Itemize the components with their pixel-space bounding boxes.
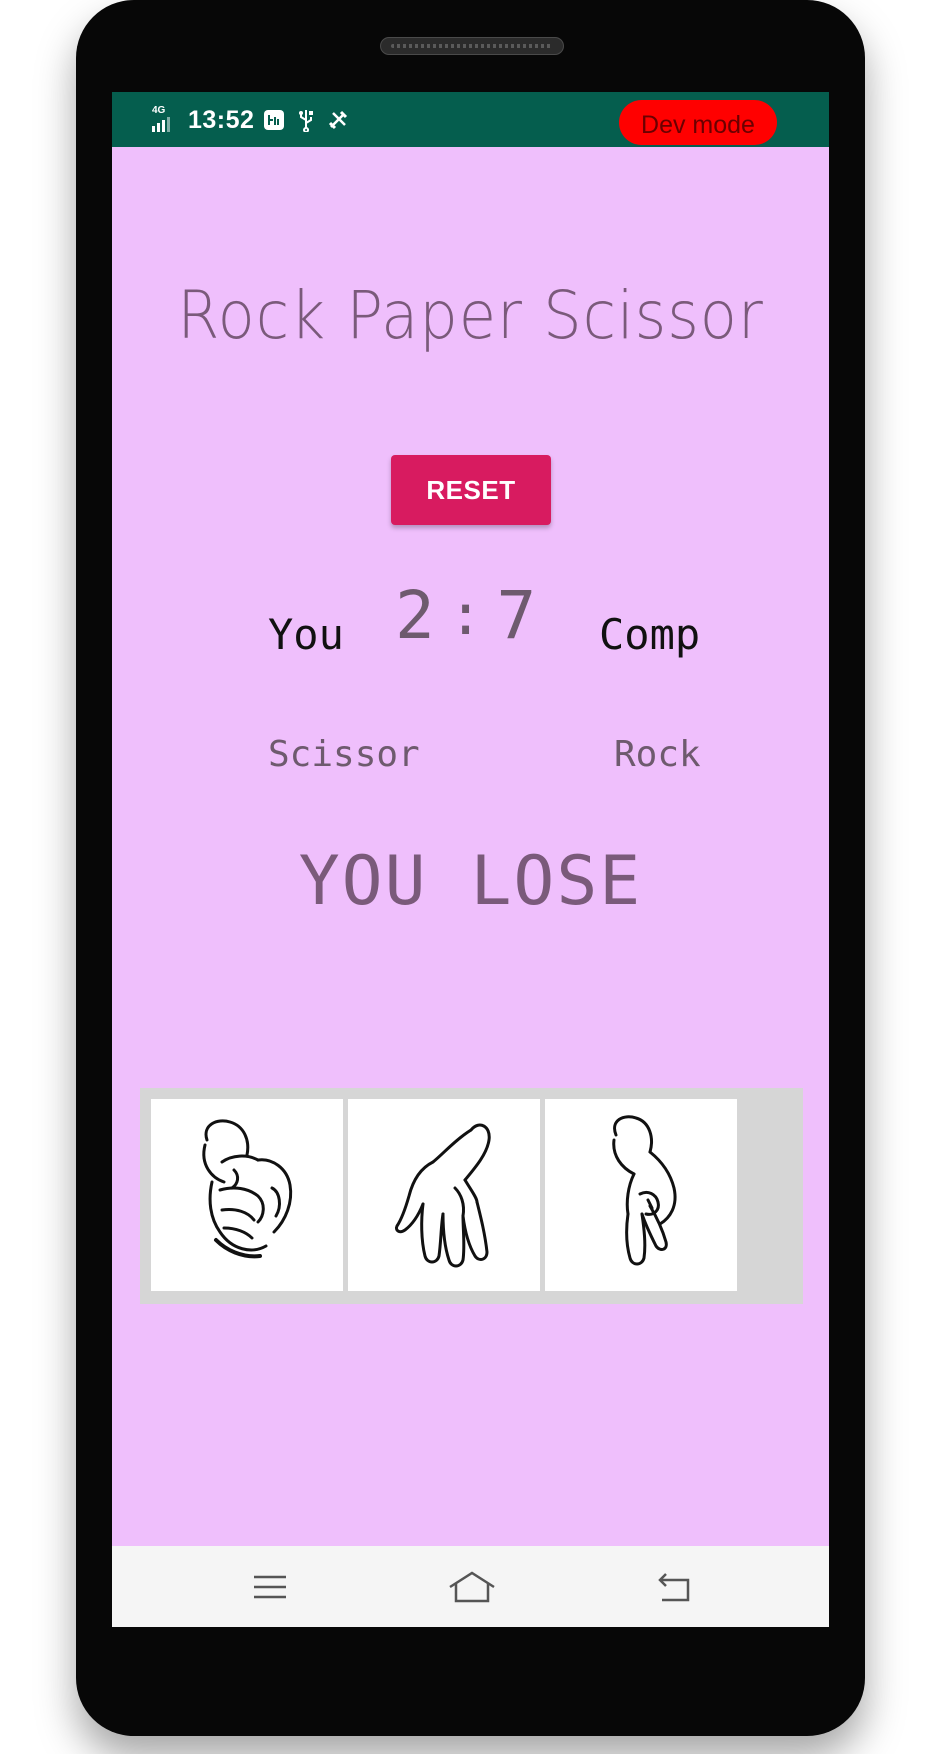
app-screen: 4G 13:52 Dev mode Rock Paper Scissor RES… [112,92,829,1627]
paper-hand-icon [395,1123,491,1268]
menu-button[interactable] [240,1564,300,1610]
app-notification-icon [262,108,286,132]
network-type: 4G [152,105,166,116]
home-button[interactable] [442,1564,502,1610]
rock-hand-icon [202,1119,293,1259]
reset-button[interactable]: RESET [391,455,551,525]
status-left: 4G 13:52 [150,102,350,138]
player-choice: Scissor [268,734,420,775]
back-button[interactable] [644,1564,704,1610]
tools-icon [326,108,350,132]
app-title: Rock Paper Scissor [177,277,764,354]
status-bar: 4G 13:52 Dev mode [112,92,829,147]
paper-choice-button[interactable] [348,1099,540,1291]
menu-icon [254,1575,286,1599]
scissor-choice-button[interactable] [545,1099,737,1291]
signal-icon: 4G [150,105,180,135]
back-icon [658,1573,690,1602]
choices-panel [140,1088,803,1304]
usb-icon [294,108,318,132]
computer-score: 7 [496,577,537,654]
player-score: 2 [395,577,435,654]
score-row: You 2 : 7 Comp [112,577,829,687]
home-icon [449,1571,495,1603]
computer-label: Comp [599,610,701,659]
player-label: You [268,610,344,659]
dev-mode-badge[interactable]: Dev mode [619,100,777,145]
computer-choice: Rock [614,734,701,775]
speaker-grille [380,37,564,55]
result-text: YOU LOSE [298,842,643,921]
scissor-hand-icon [612,1115,677,1266]
status-time: 13:52 [188,105,255,134]
score-display: 2 : 7 [395,577,536,654]
score-separator: : [448,583,483,648]
navigation-bar [112,1546,829,1627]
rock-choice-button[interactable] [151,1099,343,1291]
